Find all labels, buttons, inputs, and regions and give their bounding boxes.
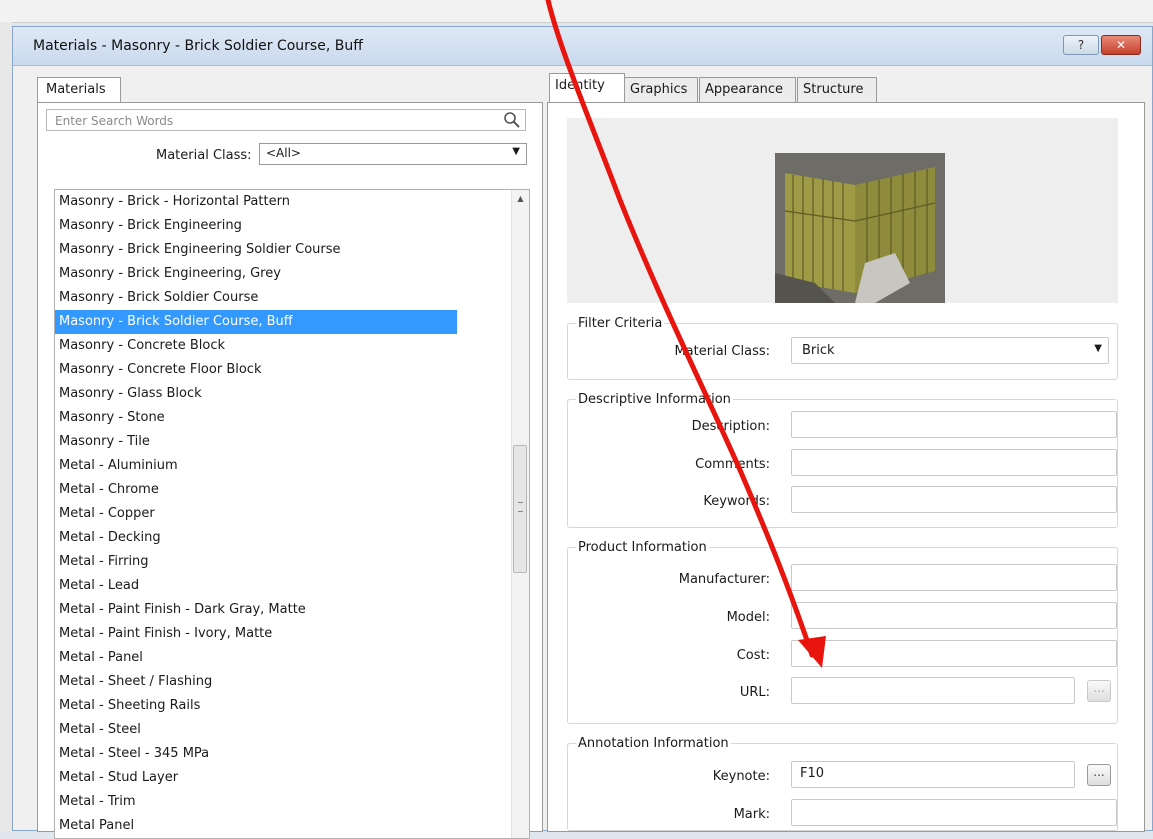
material-class-dropdown[interactable]: <All> ▼ xyxy=(259,143,527,165)
list-item[interactable]: Metal - Sheet / Flashing xyxy=(55,670,457,694)
material-preview-area xyxy=(567,118,1118,303)
list-item[interactable]: Metal - Steel - 345 MPa xyxy=(55,742,457,766)
list-item[interactable]: Masonry - Stone xyxy=(55,406,457,430)
material-class-value: <All> xyxy=(266,146,301,160)
list-item[interactable]: Masonry - Tile xyxy=(55,430,457,454)
scroll-thumb[interactable] xyxy=(513,445,527,573)
comments-label: Comments: xyxy=(695,457,770,472)
list-item[interactable]: Masonry - Glass Block xyxy=(55,382,457,406)
list-item[interactable]: Masonry - Brick - Horizontal Pattern xyxy=(55,190,457,214)
cost-field[interactable] xyxy=(791,640,1117,667)
tab-graphics[interactable]: Graphics xyxy=(624,77,698,103)
scroll-up-icon[interactable]: ▲ xyxy=(512,194,529,203)
list-scrollbar[interactable]: ▲ xyxy=(511,190,529,838)
list-item[interactable]: Masonry - Brick Engineering Soldier Cour… xyxy=(55,238,457,262)
model-field[interactable] xyxy=(791,602,1117,629)
description-field[interactable] xyxy=(791,411,1117,438)
url-label: URL: xyxy=(739,685,770,700)
filter-material-class-label: Material Class: xyxy=(674,344,770,359)
keynote-field[interactable]: F10 xyxy=(791,761,1075,788)
keynote-browse-button[interactable]: ... xyxy=(1087,764,1111,786)
help-button[interactable]: ? xyxy=(1063,35,1099,55)
materials-dialog: Materials - Masonry - Brick Soldier Cour… xyxy=(12,26,1153,839)
dialog-title: Materials - Masonry - Brick Soldier Cour… xyxy=(33,38,363,54)
tab-materials[interactable]: Materials xyxy=(37,77,121,103)
material-class-label: Material Class: xyxy=(156,148,252,163)
materials-panel: Material Class: <All> ▼ Masonry - Brick … xyxy=(37,102,543,839)
list-item[interactable]: Metal - Firring xyxy=(55,550,457,574)
list-item[interactable]: Masonry - Brick Engineering, Grey xyxy=(55,262,457,286)
chevron-down-icon: ▼ xyxy=(512,146,520,157)
search-box[interactable] xyxy=(46,109,526,131)
tab-identity[interactable]: Identity xyxy=(549,73,625,103)
list-item[interactable]: Masonry - Brick Soldier Course xyxy=(55,286,457,310)
search-input[interactable] xyxy=(53,111,497,131)
background-app-edge xyxy=(0,22,12,831)
list-item[interactable]: Masonry - Concrete Block xyxy=(55,334,457,358)
comments-field[interactable] xyxy=(791,449,1117,476)
list-item[interactable]: Metal - Steel xyxy=(55,718,457,742)
close-button[interactable]: ✕ xyxy=(1101,35,1141,55)
list-item[interactable]: Metal - Trim xyxy=(55,790,457,814)
mark-label: Mark: xyxy=(733,807,770,822)
model-label: Model: xyxy=(726,610,770,625)
manufacturer-label: Manufacturer: xyxy=(678,572,770,587)
tab-appearance[interactable]: Appearance xyxy=(699,77,796,103)
filter-material-class-value: Brick xyxy=(802,343,835,358)
list-item[interactable]: Metal Panel xyxy=(55,814,457,838)
filter-material-class-dropdown[interactable]: Brick ▼ xyxy=(791,337,1109,364)
chevron-down-icon: ▼ xyxy=(1094,343,1102,354)
list-item[interactable]: Metal - Sheeting Rails xyxy=(55,694,457,718)
mark-field[interactable] xyxy=(791,799,1117,826)
search-icon[interactable] xyxy=(503,111,521,129)
annotation-information-legend: Annotation Information xyxy=(578,736,729,751)
cost-label: Cost: xyxy=(736,648,770,663)
list-item[interactable]: Masonry - Concrete Floor Block xyxy=(55,358,457,382)
title-bar[interactable]: Materials - Masonry - Brick Soldier Cour… xyxy=(13,27,1152,66)
background-app-toolbar xyxy=(0,0,1153,23)
list-item[interactable]: Metal - Copper xyxy=(55,502,457,526)
list-item[interactable]: Metal - Stud Layer xyxy=(55,766,457,790)
keynote-label: Keynote: xyxy=(712,769,770,784)
list-item[interactable]: Metal - Paint Finish - Dark Gray, Matte xyxy=(55,598,457,622)
materials-list-items: Masonry - Brick - Horizontal Pattern Maso… xyxy=(55,190,529,838)
filter-criteria-legend: Filter Criteria xyxy=(578,316,663,331)
url-browse-button[interactable]: ... xyxy=(1087,680,1111,702)
list-item[interactable]: Metal - Chrome xyxy=(55,478,457,502)
list-item[interactable]: Metal - Lead xyxy=(55,574,457,598)
keywords-field[interactable] xyxy=(791,486,1117,513)
manufacturer-field[interactable] xyxy=(791,564,1117,591)
list-item[interactable]: Metal - Paint Finish - Ivory, Matte xyxy=(55,622,457,646)
list-item[interactable]: Metal - Aluminium xyxy=(55,454,457,478)
list-item[interactable]: Masonry - Brick Soldier Course, Buff xyxy=(55,310,457,334)
description-label: Description: xyxy=(691,419,770,434)
url-field[interactable] xyxy=(791,677,1075,704)
product-information-legend: Product Information xyxy=(578,540,707,555)
list-item[interactable]: Metal - Decking xyxy=(55,526,457,550)
list-item[interactable]: Metal - Panel xyxy=(55,646,457,670)
identity-panel: Filter Criteria Material Class: Brick ▼ … xyxy=(547,102,1145,832)
descriptive-information-legend: Descriptive Information xyxy=(578,392,731,407)
list-item[interactable]: Masonry - Brick Engineering xyxy=(55,214,457,238)
material-preview-image xyxy=(775,153,945,303)
grip-icon xyxy=(518,502,523,512)
keywords-label: Keywords: xyxy=(703,494,770,509)
tab-structure[interactable]: Structure xyxy=(797,77,877,103)
materials-list[interactable]: Masonry - Brick - Horizontal Pattern Maso… xyxy=(54,189,530,839)
